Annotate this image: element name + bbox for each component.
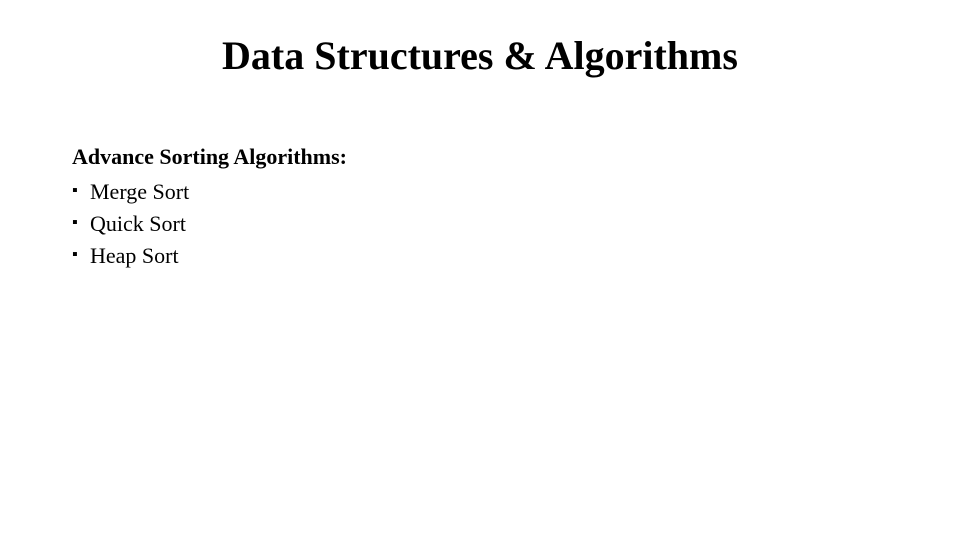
subheading: Advance Sorting Algorithms: xyxy=(72,144,892,170)
list-item: Heap Sort xyxy=(72,240,892,272)
list-item: Merge Sort xyxy=(72,176,892,208)
list-item: Quick Sort xyxy=(72,208,892,240)
slide: Data Structures & Algorithms Advance Sor… xyxy=(0,0,960,540)
slide-title: Data Structures & Algorithms xyxy=(0,32,960,79)
bullet-list: Merge Sort Quick Sort Heap Sort xyxy=(72,176,892,272)
slide-body: Advance Sorting Algorithms: Merge Sort Q… xyxy=(72,144,892,272)
